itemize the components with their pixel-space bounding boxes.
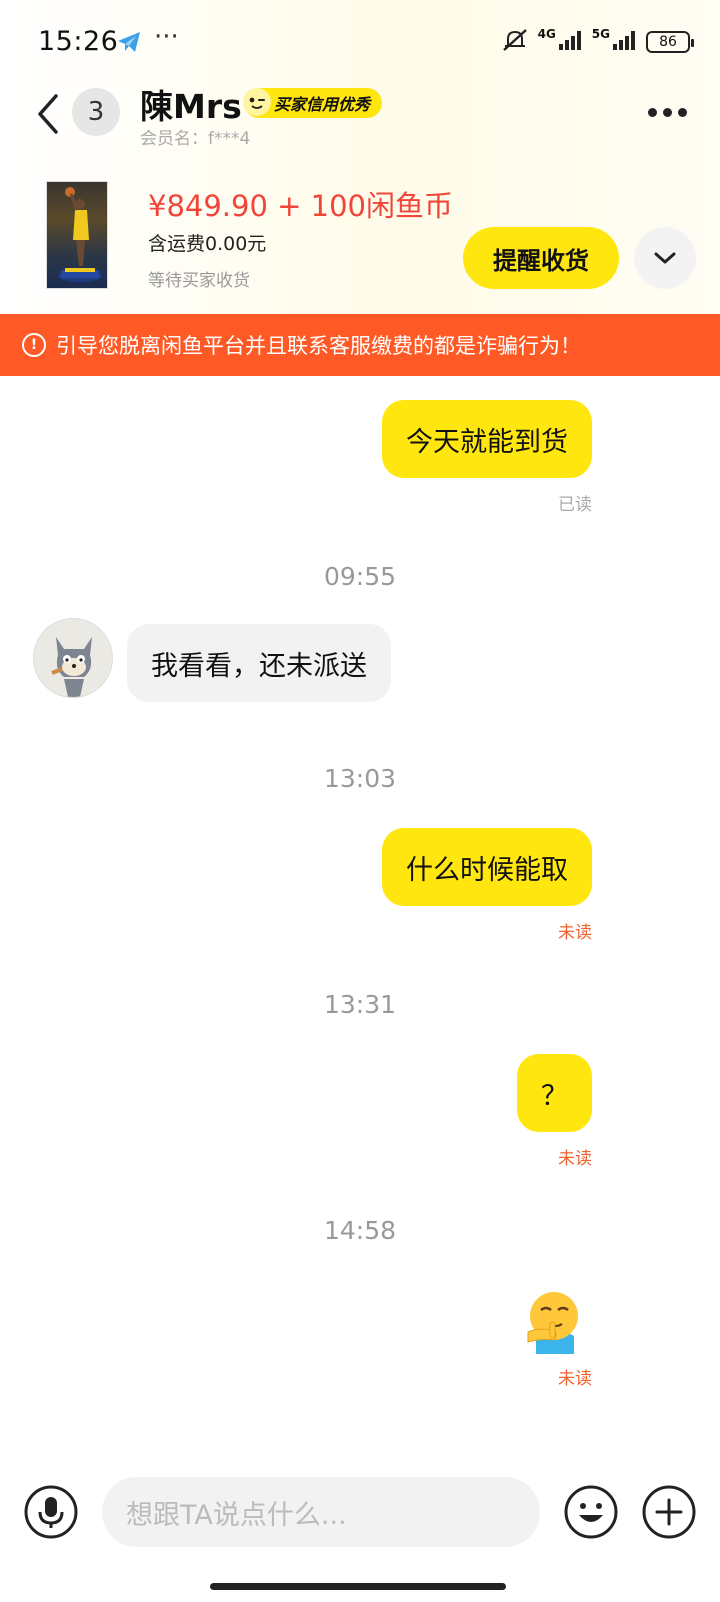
message-input[interactable]: 想跟TA说点什么... [102, 1477, 540, 1547]
chevron-down-icon [654, 252, 676, 264]
signal-5g-icon [612, 29, 638, 55]
read-status: 未读 [558, 1149, 592, 1169]
status-more-dots: ··· [154, 22, 179, 52]
more-options-button[interactable] [648, 100, 692, 124]
emoji-button[interactable] [563, 1484, 619, 1540]
timestamp: 09:55 [323, 562, 397, 591]
status-indicators: 4G 5G 86 [500, 26, 694, 58]
contact-name: 陳Mrs [140, 87, 242, 126]
status-time: 15:26 [38, 26, 119, 57]
outgoing-message[interactable]: 今天就能到货 [382, 400, 592, 478]
mute-icon [500, 26, 530, 58]
unread-count-badge[interactable]: 3 [72, 88, 120, 136]
chevron-left-icon [38, 94, 58, 134]
basketball-figure-image [58, 187, 102, 282]
cartoon-cat-avatar-image [34, 619, 112, 697]
back-button[interactable] [32, 92, 64, 136]
message-list[interactable]: 今天就能到货 已读 09:55 我看看，还未派送 13:03 什么时候能取 未读… [0, 376, 720, 1466]
credit-badge-label: 买家信用优秀 [274, 95, 371, 114]
warning-icon: ! [22, 333, 46, 357]
product-shipping: 含运费0.00元 [148, 233, 267, 255]
fraud-warning-banner: ! 引导您脱离闲鱼平台并且联系客服缴费的都是诈骗行为！ [0, 314, 720, 376]
timestamp: 14:58 [323, 1216, 397, 1245]
smiley-icon [564, 1485, 618, 1539]
read-status: 已读 [558, 495, 592, 515]
dot-icon [678, 107, 687, 117]
outgoing-message[interactable]: 什么时候能取 [382, 828, 592, 906]
shushing-face-sticker-icon[interactable] [522, 1288, 584, 1358]
outgoing-message[interactable]: ？ [517, 1054, 592, 1132]
credit-badge: 买家信用优秀 [243, 88, 383, 118]
battery-indicator: 86 [646, 31, 694, 53]
incoming-message[interactable]: 我看看，还未派送 [127, 624, 391, 702]
network-5g-label: 5G [591, 27, 610, 41]
winking-face-icon [243, 88, 271, 116]
avatar[interactable] [33, 618, 113, 698]
product-thumbnail[interactable] [46, 181, 108, 289]
member-name: 会员名：f***4 [140, 129, 251, 149]
more-actions-button[interactable] [641, 1484, 697, 1540]
read-status: 未读 [558, 923, 592, 943]
plus-icon [642, 1485, 696, 1539]
microphone-icon [24, 1485, 78, 1539]
telegram-icon [116, 28, 144, 56]
signal-4g-icon [558, 29, 584, 55]
read-status: 未读 [558, 1369, 592, 1389]
timestamp: 13:03 [323, 764, 397, 793]
dot-icon [648, 107, 657, 117]
status-bar: 15:26 ··· 4G 5G 86 [0, 0, 720, 86]
product-price: ¥849.90 + 100闲鱼币 [148, 189, 454, 223]
warning-text: 引导您脱离闲鱼平台并且联系客服缴费的都是诈骗行为！ [56, 334, 581, 358]
order-status: 等待买家收货 [148, 271, 250, 291]
timestamp: 13:31 [323, 990, 397, 1019]
home-indicator[interactable] [210, 1583, 506, 1590]
remind-receipt-button[interactable]: 提醒收货 [463, 227, 619, 289]
chat-screen: 15:26 ··· 4G 5G 86 3 陳Mrs 买家信用优秀 会员名：f**… [0, 0, 720, 1602]
voice-input-button[interactable] [23, 1484, 79, 1540]
dot-icon [663, 107, 672, 117]
expand-order-button[interactable] [634, 227, 696, 289]
network-4g-label: 4G [537, 27, 556, 41]
